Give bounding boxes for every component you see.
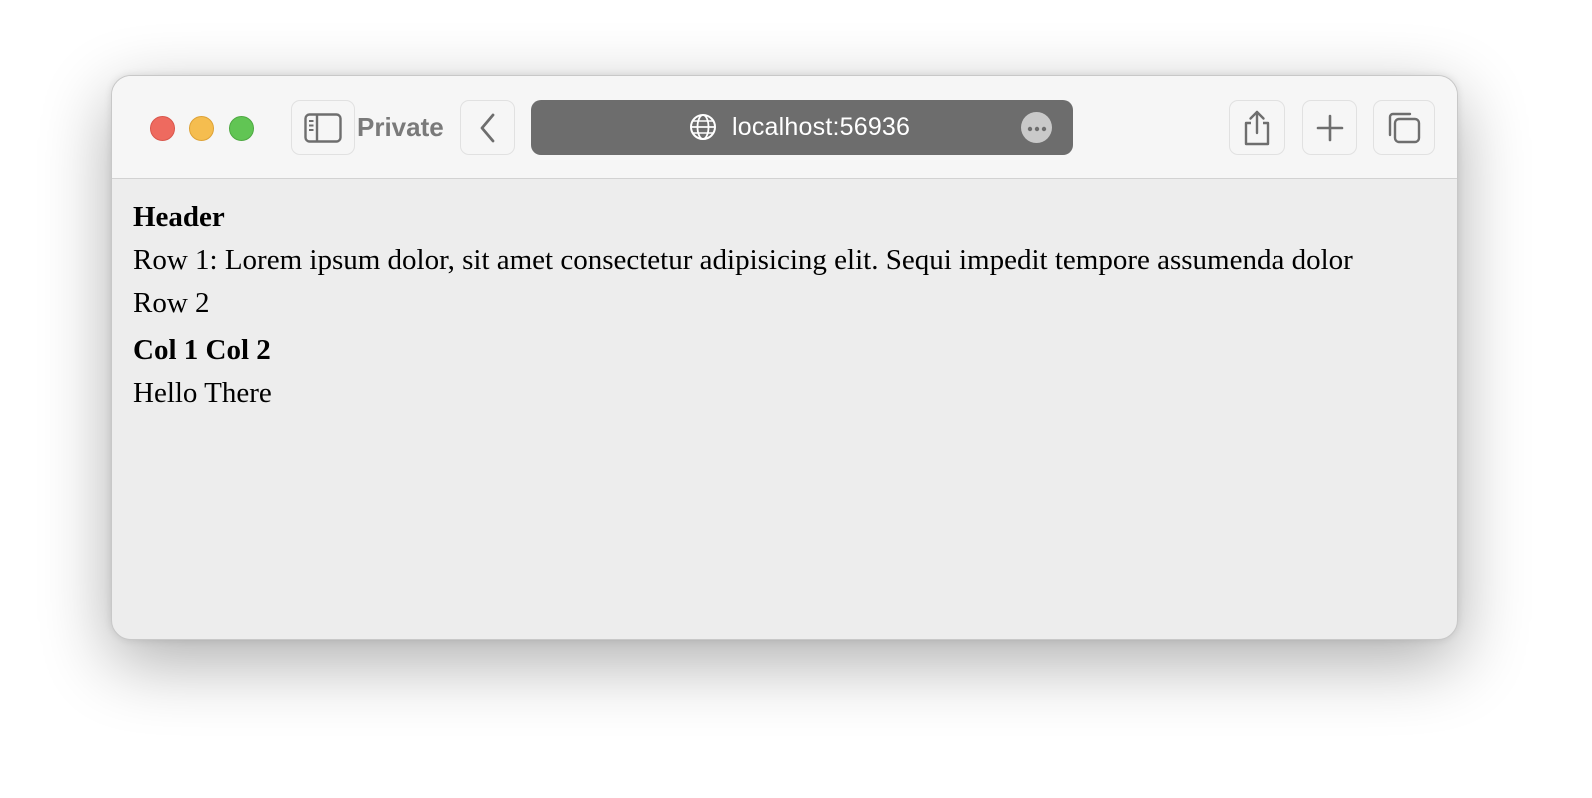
private-mode-label: Private [357,112,444,142]
page-menu-button[interactable] [1021,112,1052,143]
new-tab-button[interactable] [1302,100,1357,155]
sidebar-icon [304,112,342,143]
url-text[interactable]: localhost:56936 [732,113,910,142]
globe-icon [689,113,717,146]
zoom-window-button[interactable] [229,116,254,141]
table-row: Row 2 [133,287,210,319]
tab-overview-button[interactable] [1373,100,1435,155]
share-button[interactable] [1229,100,1285,155]
share-icon [1242,109,1272,147]
address-bar[interactable]: localhost:56936 [531,100,1073,155]
body-text: Hello There [133,377,272,409]
browser-window: Private localhost:56936 Header Row 1: Lo… [111,75,1458,640]
back-button[interactable] [460,100,515,155]
close-window-button[interactable] [150,116,175,141]
page-header: Header [133,201,225,233]
chevron-left-icon [478,112,498,144]
ellipsis-icon [1027,119,1047,137]
page-content: Header Row 1: Lorem ipsum dolor, sit ame… [112,180,1457,639]
column-headers: Col 1 Col 2 [133,334,271,366]
plus-icon [1316,114,1344,142]
table-row: Row 1: Lorem ipsum dolor, sit amet conse… [133,244,1353,276]
minimize-window-button[interactable] [189,116,214,141]
tab-overview-icon [1386,111,1422,145]
sidebar-toggle-button[interactable] [291,100,355,155]
browser-toolbar: Private localhost:56936 [112,76,1457,179]
